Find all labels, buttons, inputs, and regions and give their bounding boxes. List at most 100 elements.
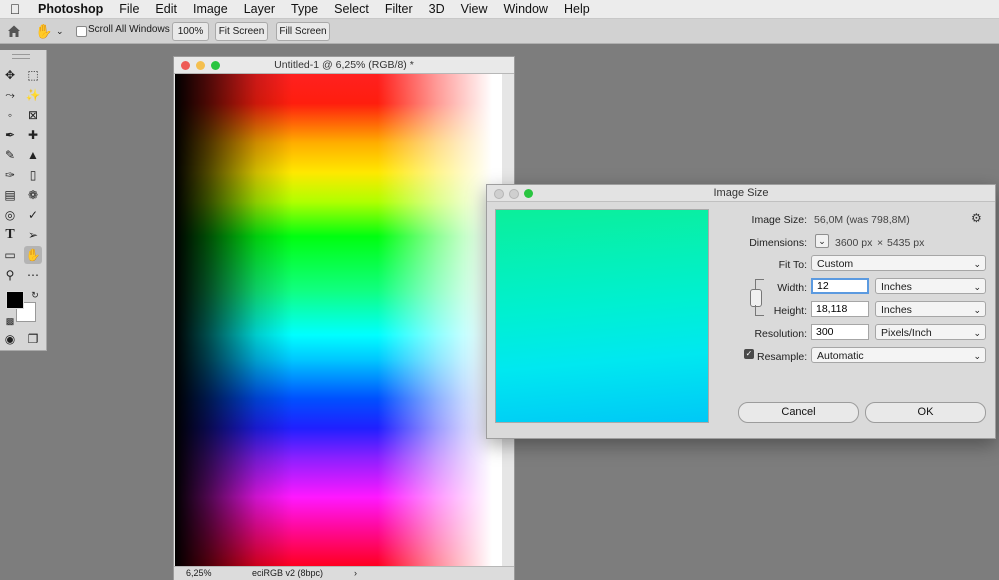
rectangle-tool-icon[interactable]: ▭ bbox=[1, 246, 19, 264]
height-field[interactable] bbox=[811, 301, 869, 317]
maximize-window-icon[interactable] bbox=[211, 61, 220, 70]
close-window-icon[interactable] bbox=[181, 61, 190, 70]
width-field[interactable] bbox=[811, 278, 869, 294]
dimensions-units-chevron-icon[interactable]: ⌄ bbox=[815, 234, 829, 248]
blur-tool-icon[interactable]: ❁ bbox=[24, 186, 42, 204]
fill-screen-button[interactable]: Fill Screen bbox=[276, 22, 330, 41]
dialog-close-icon bbox=[494, 189, 504, 199]
menu-layer[interactable]: Layer bbox=[236, 0, 283, 18]
dialog-minimize-icon bbox=[509, 189, 519, 199]
default-colors-icon[interactable]: ▩ bbox=[1, 312, 19, 330]
menu-filter[interactable]: Filter bbox=[377, 0, 421, 18]
status-menu-arrow[interactable]: › bbox=[354, 567, 357, 580]
more-tools-icon[interactable]: ⋯ bbox=[24, 266, 42, 284]
menu-edit[interactable]: Edit bbox=[147, 0, 185, 18]
dodge-tool-icon[interactable]: ◎ bbox=[1, 206, 19, 224]
chevron-down-icon: ⌄ bbox=[973, 282, 981, 292]
menu-bar:  Photoshop File Edit Image Layer Type S… bbox=[0, 0, 999, 19]
document-window: Untitled-1 @ 6,25% (RGB/8) * 6,25% eciRG… bbox=[173, 56, 515, 580]
zoom-level[interactable]: 6,25% bbox=[186, 567, 212, 580]
move-tool-icon[interactable]: ✥ bbox=[1, 66, 19, 84]
menu-view[interactable]: View bbox=[453, 0, 496, 18]
home-icon[interactable] bbox=[6, 23, 22, 39]
dialog-title: Image Size bbox=[713, 187, 769, 199]
image-size-dialog: Image Size Image Size: 56,0M (was 798,8M… bbox=[486, 184, 996, 439]
brush-tool-icon[interactable]: ✎ bbox=[1, 146, 19, 164]
document-title-bar[interactable]: Untitled-1 @ 6,25% (RGB/8) * bbox=[174, 57, 514, 74]
quick-mask-icon[interactable]: ◉ bbox=[1, 330, 19, 348]
gradient-tool-icon[interactable]: ▤ bbox=[1, 186, 19, 204]
width-label: Width: bbox=[777, 282, 807, 294]
minimize-window-icon[interactable] bbox=[196, 61, 205, 70]
menu-window[interactable]: Window bbox=[496, 0, 556, 18]
height-label: Height: bbox=[773, 305, 807, 317]
magic-wand-tool-icon[interactable]: ✨ bbox=[24, 86, 42, 104]
fit-to-select[interactable]: Custom ⌄ bbox=[811, 255, 986, 271]
dimensions-height: 5435 px bbox=[887, 237, 925, 249]
menu-help[interactable]: Help bbox=[556, 0, 598, 18]
menu-image[interactable]: Image bbox=[185, 0, 236, 18]
resample-checkbox[interactable]: ✓ bbox=[744, 349, 754, 359]
path-selection-tool-icon[interactable]: ➢ bbox=[24, 226, 42, 244]
frame-tool-icon[interactable]: ⊠ bbox=[24, 106, 42, 124]
foreground-color-swatch[interactable] bbox=[6, 291, 24, 309]
scroll-all-windows-label: Scroll All Windows bbox=[88, 24, 170, 35]
image-size-label: Image Size: bbox=[751, 214, 807, 226]
type-tool-icon[interactable]: T bbox=[1, 226, 19, 244]
chevron-down-icon: ⌄ bbox=[973, 259, 981, 269]
color-profile: eciRGB v2 (8bpc) bbox=[252, 568, 324, 578]
dialog-maximize-icon[interactable] bbox=[524, 189, 533, 198]
options-bar: ✋ ⌄ Scroll All Windows 100% Fit Screen F… bbox=[0, 19, 999, 44]
chevron-down-icon: ⌄ bbox=[973, 351, 981, 361]
apple-menu-icon[interactable]:  bbox=[0, 0, 30, 18]
clone-stamp-tool-icon[interactable]: ▲ bbox=[24, 146, 42, 164]
resample-select[interactable]: Automatic ⌄ bbox=[811, 347, 986, 363]
image-size-value: 56,0M (was 798,8M) bbox=[814, 214, 910, 226]
width-unit-select[interactable]: Inches ⌄ bbox=[875, 278, 986, 294]
menu-type[interactable]: Type bbox=[283, 0, 326, 18]
hand-tool-icon[interactable]: ✋ bbox=[24, 246, 42, 264]
chevron-down-icon: ⌄ bbox=[973, 328, 981, 338]
fit-to-label: Fit To: bbox=[778, 259, 807, 271]
resolution-label: Resolution: bbox=[754, 328, 807, 340]
height-unit-value: Inches bbox=[881, 304, 912, 316]
lasso-tool-icon[interactable]: ⤳ bbox=[1, 86, 19, 104]
resolution-field[interactable] bbox=[811, 324, 869, 340]
fit-to-value: Custom bbox=[817, 258, 854, 270]
zoom-tool-icon[interactable]: ⚲ bbox=[1, 266, 19, 284]
resolution-unit-select[interactable]: Pixels/Inch ⌄ bbox=[875, 324, 986, 340]
dialog-title-bar[interactable]: Image Size bbox=[487, 185, 995, 202]
eraser-tool-icon[interactable]: ▯ bbox=[24, 166, 42, 184]
image-preview[interactable] bbox=[495, 209, 709, 423]
crop-tool-icon[interactable]: ◦ bbox=[1, 106, 19, 124]
dimensions-width: 3600 px bbox=[835, 237, 873, 249]
height-unit-select[interactable]: Inches ⌄ bbox=[875, 301, 986, 317]
menu-3d[interactable]: 3D bbox=[421, 0, 453, 18]
tool-preset-chevron-icon[interactable]: ⌄ bbox=[56, 22, 64, 40]
dimensions-separator: × bbox=[877, 237, 884, 249]
resample-label: Resample: bbox=[757, 351, 808, 363]
history-brush-tool-icon[interactable]: ✑ bbox=[1, 166, 19, 184]
fit-screen-button[interactable]: Fit Screen bbox=[215, 22, 268, 41]
width-unit-value: Inches bbox=[881, 281, 912, 293]
healing-brush-tool-icon[interactable]: ✚ bbox=[24, 126, 42, 144]
marquee-tool-icon[interactable]: ⬚ bbox=[24, 66, 42, 84]
ok-button[interactable]: OK bbox=[865, 402, 986, 423]
swap-colors-icon[interactable]: ↻ bbox=[26, 286, 44, 304]
scroll-all-windows-checkbox[interactable] bbox=[76, 26, 87, 37]
chevron-down-icon: ⌄ bbox=[973, 305, 981, 315]
cancel-button[interactable]: Cancel bbox=[738, 402, 859, 423]
screen-mode-icon[interactable]: ❐ bbox=[24, 330, 42, 348]
eyedropper-tool-icon[interactable]: ✒ bbox=[1, 126, 19, 144]
menu-file[interactable]: File bbox=[111, 0, 147, 18]
toolbox: ✥ ⬚ ⤳ ✨ ◦ ⊠ ✒ ✚ ✎ ▲ ✑ ▯ ▤ ❁ ◎ ✓ T ➢ ▭ ✋ … bbox=[0, 50, 47, 351]
pen-tool-icon[interactable]: ✓ bbox=[24, 206, 42, 224]
hand-tool-icon[interactable]: ✋ bbox=[35, 22, 52, 40]
zoom-100-button[interactable]: 100% bbox=[172, 22, 209, 41]
toolbox-grip[interactable] bbox=[12, 54, 30, 59]
menu-select[interactable]: Select bbox=[326, 0, 377, 18]
menu-photoshop[interactable]: Photoshop bbox=[30, 0, 111, 18]
gear-icon[interactable]: ⚙ bbox=[971, 211, 982, 225]
document-canvas[interactable] bbox=[175, 74, 502, 566]
document-title: Untitled-1 @ 6,25% (RGB/8) * bbox=[274, 59, 414, 71]
